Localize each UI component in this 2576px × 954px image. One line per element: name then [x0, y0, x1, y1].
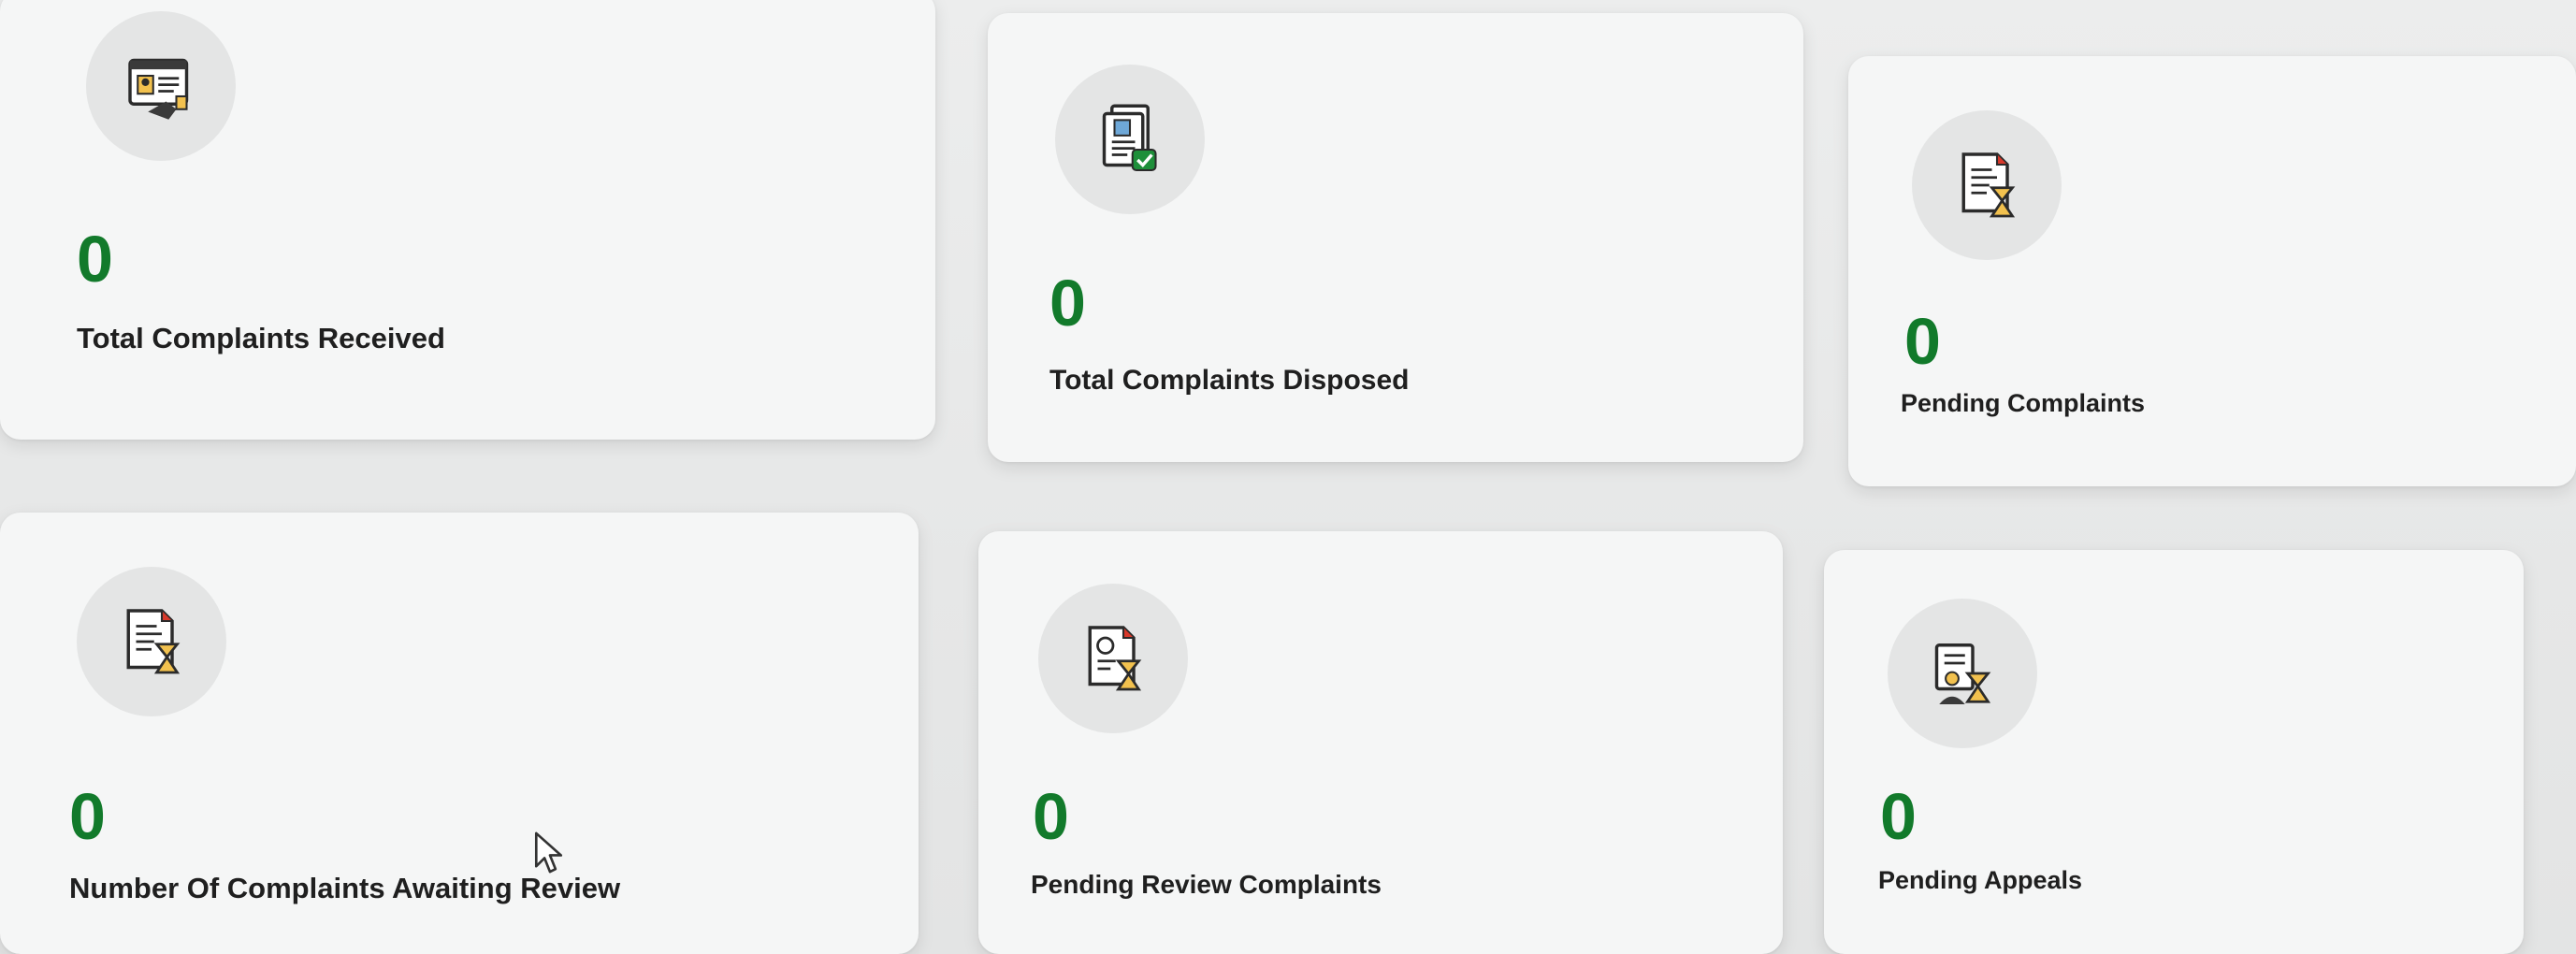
count-value: 0 — [1904, 305, 1941, 378]
card-pending-appeals[interactable]: 0 Pending Appeals — [1824, 550, 2524, 954]
card-label: Total Complaints Received — [77, 322, 445, 354]
document-hourglass-icon — [1912, 110, 2062, 260]
card-pending-complaints[interactable]: 0 Pending Complaints — [1848, 56, 2576, 486]
document-check-icon — [1055, 65, 1205, 214]
card-total-complaints-disposed[interactable]: 0 Total Complaints Disposed — [988, 13, 1803, 462]
count-value: 0 — [1880, 780, 1917, 853]
appeal-hourglass-icon — [1888, 599, 2037, 748]
card-pending-review-complaints[interactable]: 0 Pending Review Complaints — [978, 531, 1783, 954]
count-value: 0 — [69, 780, 106, 853]
card-label: Pending Appeals — [1878, 866, 2083, 894]
card-complaints-awaiting-review[interactable]: 0 Number Of Complaints Awaiting Review — [0, 513, 919, 954]
count-value: 0 — [1049, 267, 1086, 340]
card-label: Total Complaints Disposed — [1049, 365, 1410, 396]
card-total-complaints-received[interactable]: 0 Total Complaints Received — [0, 0, 935, 440]
review-hourglass-icon — [1038, 584, 1188, 733]
card-label: Pending Review Complaints — [1031, 870, 1382, 899]
mouse-cursor-icon — [534, 831, 563, 874]
document-hourglass-icon — [77, 567, 226, 716]
count-value: 0 — [1033, 780, 1069, 853]
id-card-icon — [86, 11, 236, 161]
count-value: 0 — [77, 223, 113, 296]
card-label: Number Of Complaints Awaiting Review — [69, 872, 621, 904]
dashboard: 0 Total Complaints Received 0 Total Comp… — [0, 0, 2576, 954]
card-label: Pending Complaints — [1901, 389, 2146, 417]
